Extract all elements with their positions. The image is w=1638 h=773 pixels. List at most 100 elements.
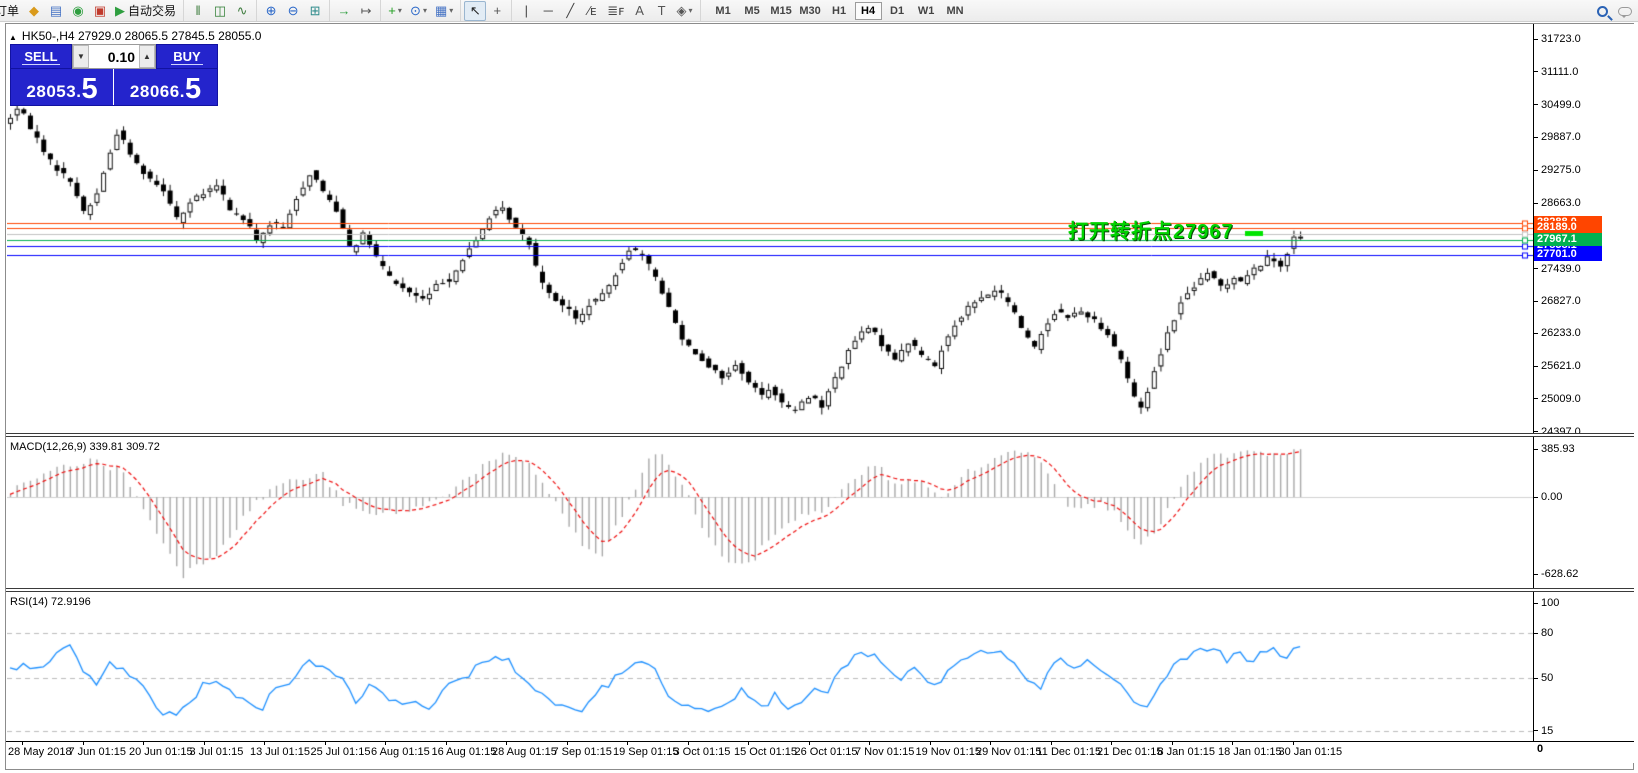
time-axis-label: 19 Nov 01:15 [916,746,981,758]
one-click-trade-panel: SELL ▼ 0.10 ▲ BUY 28053.5 28066.5 [10,44,218,106]
rsi-indicator-pane[interactable] [7,592,1533,741]
timeframe-button-mn[interactable]: MN [942,2,969,20]
price-axis-tick: 29275.0 [1534,164,1581,176]
sell-button[interactable]: SELL [10,44,72,69]
time-axis-label: 26 Oct 01:15 [795,746,858,758]
time-axis-label: 13 Jul 01:15 [250,746,310,758]
time-axis-tick [1111,742,1112,745]
zoom-in-icon[interactable]: ⊕ [260,1,282,21]
time-axis-label: 3 Oct 01:15 [674,746,731,758]
volume-increase-button[interactable]: ▲ [139,45,155,68]
chart-shift-icon[interactable]: ↦ [355,1,377,21]
timeframe-button-w1[interactable]: W1 [913,2,940,20]
main-toolbar: 订单◆▤◉▣▶自动交易‖◫∿⊕⊖⊞→↦+▾⊙▾▦▾↖+|─╱∕ᴇ≣ꜰAT◈▾ M… [0,0,1638,22]
time-axis-tick [506,742,507,745]
main-price-chart[interactable] [7,24,1533,433]
time-axis-tick [83,742,84,745]
volume-decrease-button[interactable]: ▼ [73,45,89,68]
timeframe-button-d1[interactable]: D1 [884,2,911,20]
add-indicator-button[interactable]: +▾ [384,1,406,21]
arrows-icon[interactable]: ◈▾ [673,1,697,21]
toolbar-group: →↦ [330,0,381,22]
pivot-annotation-text[interactable]: 打开转折点27967 [1068,215,1234,244]
timeframe-button-m1[interactable]: M1 [710,2,737,20]
time-axis-tick [930,742,931,745]
timeframe-button-h1[interactable]: H1 [826,2,853,20]
templates-button[interactable]: ▦▾ [431,1,457,21]
time-axis-label: 15 Oct 01:15 [734,746,797,758]
timeframe-button-m15[interactable]: M15 [768,2,795,20]
toolbar-group: ⊕⊖⊞ [257,0,330,22]
timeframe-button-h4[interactable]: H4 [855,2,882,20]
time-axis-tick [990,742,991,745]
price-axis-tick: 28663.0 [1534,197,1581,209]
time-axis-label: 18 Jan 01:15 [1218,746,1282,758]
time-axis-label: 25 Jul 01:15 [311,746,371,758]
equidistant-channel-icon[interactable]: ∕ᴇ [581,1,603,21]
toolbar-group: |─╱∕ᴇ≣ꜰAT◈▾ [512,0,700,22]
new-order-button[interactable]: 订单 [0,1,23,21]
pane-splitter[interactable] [6,588,1634,592]
time-axis-tick [688,742,689,745]
market-watch-icon[interactable]: ◆ [23,1,45,21]
time-axis-label: 16 Aug 01:15 [432,746,497,758]
rsi-axis-tick: 50 [1534,672,1553,684]
buy-button[interactable]: BUY [156,44,218,69]
time-axis-tick [1051,742,1052,745]
time-axis[interactable]: 28 May 20187 Jun 01:1520 Jun 01:153 Jul … [6,741,1634,763]
zoom-out-icon[interactable]: ⊖ [282,1,304,21]
toolbar-group: 订单◆▤◉▣▶自动交易 [0,0,184,22]
time-axis-tick [264,742,265,745]
toolbar-group: ↖+ [461,0,512,22]
rsi-axis-tick: 80 [1534,627,1553,639]
price-axis[interactable]: 31723.031111.030499.029887.029275.028663… [1534,24,1638,741]
crosshair-icon[interactable]: + [486,1,508,21]
periods-button[interactable]: ⊙▾ [406,1,431,21]
price-level-tag: 27701.0 [1534,248,1602,261]
time-axis-tick [204,742,205,745]
terminal-icon[interactable]: ▣ [89,1,111,21]
autotrade-button[interactable]: ▶自动交易 [111,1,180,21]
time-axis-tick [143,742,144,745]
time-axis-label: 20 Jun 01:15 [129,746,193,758]
price-axis-tick: 29887.0 [1534,131,1581,143]
search-icon[interactable] [1597,6,1608,17]
time-axis-label: 11 Dec 01:15 [1037,746,1102,758]
chat-icon[interactable] [1618,7,1632,16]
time-axis-tick [869,742,870,745]
bar-chart-icon[interactable]: ‖ [187,1,209,21]
chart-title-row: ▲HK50-,H4 27929.0 28065.5 27845.5 28055.… [9,29,261,43]
macd-axis-tick: -628.62 [1534,568,1578,580]
cursor-icon[interactable]: ↖ [464,1,486,21]
candlestick-chart-icon[interactable]: ◫ [209,1,231,21]
macd-indicator-pane[interactable] [7,437,1533,588]
auto-scroll-icon[interactable]: → [333,1,355,21]
tile-windows-icon[interactable]: ⊞ [304,1,326,21]
time-axis-tick [22,742,23,745]
navigator-icon[interactable]: ◉ [67,1,89,21]
vertical-line-icon[interactable]: | [515,1,537,21]
sell-price[interactable]: 28053.5 [11,69,114,105]
fibonacci-icon[interactable]: ≣ꜰ [603,1,628,21]
price-axis-tick: 26233.0 [1534,327,1581,339]
axis-corner-label: 0 [1537,743,1543,755]
macd-axis-tick: 385.93 [1534,443,1575,455]
collapse-trade-panel-icon[interactable]: ▲ [9,33,17,42]
time-axis-label: 3 Jul 01:15 [190,746,244,758]
trendline-icon[interactable]: ╱ [559,1,581,21]
timeframe-button-m30[interactable]: M30 [797,2,824,20]
data-window-icon[interactable]: ▤ [45,1,67,21]
rsi-axis-tick: 100 [1534,597,1559,609]
timeframe-button-m5[interactable]: M5 [739,2,766,20]
price-level-tag: 27967.1 [1534,233,1602,246]
text-label-icon[interactable]: T [651,1,673,21]
horizontal-line-icon[interactable]: ─ [537,1,559,21]
price-axis-tick: 30499.0 [1534,99,1581,111]
buy-price[interactable]: 28066.5 [114,69,217,105]
volume-value[interactable]: 0.10 [89,45,139,68]
price-axis-tick: 31723.0 [1534,33,1581,45]
text-icon[interactable]: A [629,1,651,21]
time-axis-label: 8 Jan 01:15 [1158,746,1216,758]
line-chart-icon[interactable]: ∿ [231,1,253,21]
pane-splitter[interactable] [6,433,1634,437]
